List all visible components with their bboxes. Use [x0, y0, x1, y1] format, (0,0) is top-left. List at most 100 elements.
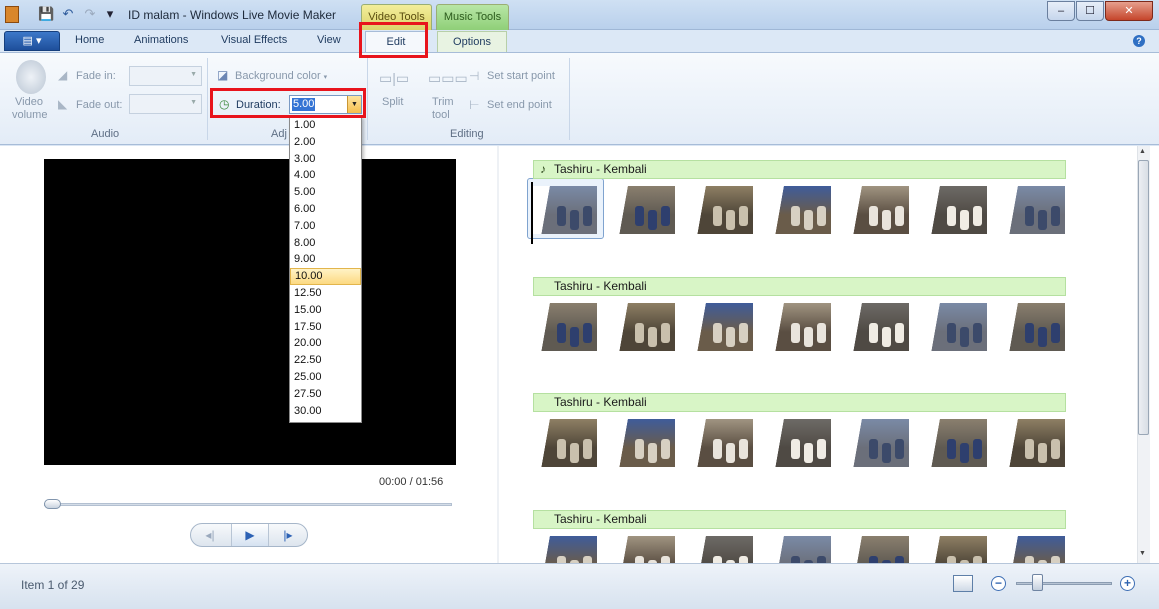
trim-tool-label-2[interactable]: tool [432, 109, 450, 121]
person-figure [583, 323, 592, 343]
scroll-down-icon[interactable]: ▼ [1139, 550, 1146, 557]
duration-option[interactable]: 30.00 [290, 403, 361, 420]
clip-thumbnail[interactable] [533, 186, 597, 234]
person-figure [648, 327, 657, 347]
clip-thumbnail[interactable] [1001, 419, 1065, 467]
person-figure [726, 327, 735, 347]
duration-option[interactable]: 8.00 [290, 235, 361, 252]
seek-bar[interactable] [44, 503, 452, 506]
clip-thumbnail[interactable] [767, 186, 831, 234]
fade-in-select[interactable]: ▼ [129, 66, 202, 86]
clip-thumbnail[interactable] [923, 419, 987, 467]
group-label-editing: Editing [450, 128, 484, 140]
scrollbar-thumb[interactable] [1138, 160, 1149, 435]
person-figure [947, 439, 956, 459]
clip-thumbnail[interactable] [611, 303, 675, 351]
duration-option[interactable]: 15.00 [290, 302, 361, 319]
customize-toolbar-icon[interactable]: ▾ [102, 6, 118, 22]
clip-thumbnail[interactable] [689, 419, 753, 467]
music-track-label[interactable]: Tashiru - Kembali [533, 277, 1066, 296]
duration-option[interactable]: 7.00 [290, 218, 361, 235]
person-figure [973, 323, 982, 343]
clip-thumbnail[interactable] [611, 186, 675, 234]
save-icon[interactable]: 💾 [38, 6, 54, 22]
tab-visual-effects[interactable]: Visual Effects [221, 34, 287, 46]
duration-option[interactable]: 3.00 [290, 151, 361, 168]
clip-thumbnail[interactable] [533, 303, 597, 351]
playhead-cursor[interactable] [531, 182, 533, 244]
duration-option[interactable]: 12.50 [290, 285, 361, 302]
play-button[interactable]: ▶ [231, 524, 269, 546]
window-title: ID malam - Windows Live Movie Maker [128, 8, 337, 22]
clip-thumbnail[interactable] [611, 419, 675, 467]
clip-thumbnail[interactable] [689, 303, 753, 351]
thumbnail-size-icon[interactable] [953, 575, 973, 592]
trim-tool-label-1[interactable]: Trim [432, 96, 454, 108]
person-figure [895, 206, 904, 226]
clip-thumbnail[interactable] [845, 303, 909, 351]
clip-thumbnail[interactable] [767, 303, 831, 351]
video-preview[interactable] [44, 159, 456, 465]
transition-wipe [767, 419, 789, 467]
music-track-label[interactable]: Tashiru - Kembali [533, 510, 1066, 529]
transition-wipe [689, 419, 711, 467]
video-volume-label-1[interactable]: Video [15, 96, 43, 108]
duration-option[interactable]: 27.50 [290, 386, 361, 403]
redo-icon[interactable]: ↷ [82, 6, 98, 22]
close-button[interactable]: ✕ [1105, 1, 1153, 21]
zoom-in-button[interactable]: + [1120, 576, 1135, 591]
split-button[interactable]: Split [382, 96, 403, 108]
zoom-slider-thumb[interactable] [1032, 574, 1043, 591]
pane-divider[interactable] [497, 146, 499, 563]
zoom-out-button[interactable]: − [991, 576, 1006, 591]
clip-thumbnail[interactable] [845, 186, 909, 234]
maximize-button[interactable]: ☐ [1076, 1, 1104, 21]
clip-thumbnail[interactable] [1001, 186, 1065, 234]
duration-option[interactable]: 22.50 [290, 352, 361, 369]
person-figure [973, 206, 982, 226]
duration-option[interactable]: 6.00 [290, 201, 361, 218]
background-color-button[interactable]: Background color ▾ [235, 70, 327, 82]
minimize-button[interactable]: – [1047, 1, 1075, 21]
music-track-label[interactable]: Tashiru - Kembali [533, 393, 1066, 412]
set-end-point-button[interactable]: Set end point [487, 99, 552, 111]
tab-home[interactable]: Home [75, 34, 104, 46]
set-start-point-button[interactable]: Set start point [487, 70, 555, 82]
seek-bar-thumb[interactable] [44, 499, 61, 509]
time-separator: / [409, 476, 413, 488]
duration-option[interactable]: 5.00 [290, 184, 361, 201]
duration-option[interactable]: 2.00 [290, 134, 361, 151]
movie-maker-app-icon[interactable] [5, 6, 19, 23]
duration-option[interactable]: 20.00 [290, 335, 361, 352]
zoom-slider[interactable] [1016, 582, 1112, 585]
help-icon[interactable]: ? [1133, 35, 1145, 47]
clip-thumbnail[interactable] [689, 186, 753, 234]
clip-thumbnail[interactable] [923, 186, 987, 234]
scroll-up-icon[interactable]: ▲ [1139, 148, 1146, 155]
tab-animations[interactable]: Animations [134, 34, 188, 46]
fade-out-select[interactable]: ▼ [129, 94, 202, 114]
duration-option[interactable]: 9.00 [290, 251, 361, 268]
clip-thumbnail[interactable] [923, 303, 987, 351]
person-figure [1025, 323, 1034, 343]
clip-thumbnail[interactable] [533, 419, 597, 467]
app-menu-button[interactable]: ▤ ▾ [4, 31, 60, 51]
context-tab-music-tools: Music Tools [436, 4, 509, 30]
undo-icon[interactable]: ↶ [60, 6, 76, 22]
duration-option[interactable]: 10.00 [290, 268, 361, 285]
duration-option[interactable]: 4.00 [290, 167, 361, 184]
clip-thumbnail[interactable] [1001, 303, 1065, 351]
tab-view[interactable]: View [317, 34, 341, 46]
duration-option[interactable]: 17.50 [290, 319, 361, 336]
video-volume-label-2[interactable]: volume [12, 109, 47, 121]
set-end-point-icon: ⊢ [469, 98, 480, 112]
music-track-label[interactable]: Tashiru - Kembali ♪ [533, 160, 1066, 179]
clip-thumbnail[interactable] [767, 419, 831, 467]
duration-option[interactable]: 25.00 [290, 369, 361, 386]
next-frame-button[interactable]: |▸ [269, 524, 307, 546]
clip-thumbnail[interactable] [845, 419, 909, 467]
duration-option[interactable]: 1.00 [290, 117, 361, 134]
previous-frame-button[interactable]: ◂| [191, 524, 229, 546]
transition-wipe [767, 303, 789, 351]
tab-options[interactable]: Options [437, 31, 507, 53]
